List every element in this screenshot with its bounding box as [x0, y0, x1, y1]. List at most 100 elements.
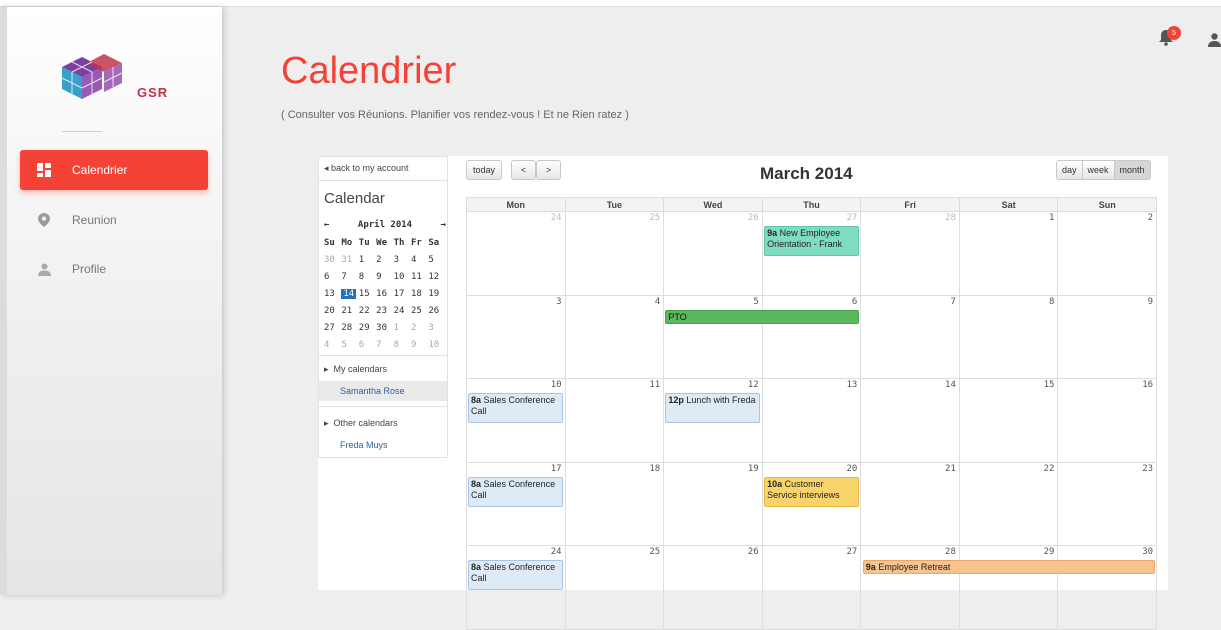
mini-day-number: 3	[393, 254, 399, 265]
day-cell[interactable]: 15	[959, 379, 1059, 463]
mini-day[interactable]: 8	[394, 340, 411, 350]
next-month-button[interactable]: >	[536, 160, 561, 180]
mini-day[interactable]: 1	[359, 255, 376, 265]
today-button[interactable]: today	[466, 160, 502, 180]
mini-day[interactable]: 18	[411, 289, 428, 299]
mini-day[interactable]: 1	[394, 323, 411, 333]
day-cell[interactable]: 14	[861, 379, 960, 463]
day-cell[interactable]: 9	[1058, 295, 1158, 380]
mini-day[interactable]: 20	[324, 306, 341, 316]
day-cell[interactable]: 24	[467, 212, 566, 296]
mini-day[interactable]: 3	[394, 255, 411, 265]
mini-day[interactable]: 19	[428, 289, 445, 299]
back-to-account-link[interactable]: ◂ back to my account	[324, 163, 409, 174]
mini-day[interactable]: 3	[428, 323, 445, 333]
mini-day[interactable]: 23	[376, 306, 393, 316]
mini-day[interactable]: 9	[376, 272, 393, 282]
mini-day[interactable]: 5	[428, 255, 445, 265]
mini-day[interactable]: 10	[428, 340, 445, 350]
mini-day[interactable]: 7	[341, 272, 358, 282]
user-icon[interactable]	[1208, 33, 1221, 47]
day-cell[interactable]: 28	[861, 212, 960, 296]
mini-day[interactable]: 6	[324, 272, 341, 282]
mini-day[interactable]: 9	[411, 340, 428, 350]
day-cell[interactable]: 27	[762, 546, 862, 630]
day-cell[interactable]: 19	[664, 462, 763, 547]
day-cell[interactable]: 26	[664, 546, 763, 630]
calendar-event[interactable]: 12p Lunch with Freda	[665, 393, 761, 424]
prev-month-button[interactable]: <	[511, 160, 536, 180]
mini-day[interactable]: 27	[324, 323, 341, 333]
day-cell[interactable]: 3	[467, 295, 566, 380]
day-cell[interactable]: 18	[565, 462, 665, 547]
day-cell[interactable]: 28	[861, 546, 960, 630]
mini-day[interactable]: 12	[428, 272, 445, 282]
mini-day[interactable]: 25	[411, 306, 428, 316]
day-cell[interactable]: 23	[1058, 462, 1158, 547]
day-cell[interactable]: 13	[762, 379, 862, 463]
calendar-event[interactable]: 9a New Employee Orientation - Frank	[764, 226, 859, 256]
calendar-event[interactable]: 10a Customer Service interviews	[764, 476, 859, 507]
mini-day[interactable]: 13	[324, 289, 341, 299]
mini-day[interactable]: 14	[341, 288, 358, 299]
day-cell[interactable]: 21	[861, 462, 960, 547]
calendar-event[interactable]: 8a Sales Conference Call	[468, 393, 563, 424]
day-cell[interactable]: 8	[959, 295, 1059, 380]
mini-day[interactable]: 31	[341, 255, 358, 265]
day-cell[interactable]: 25	[565, 212, 665, 296]
calendar-event[interactable]: 8a Sales Conference Call	[468, 476, 563, 507]
mini-day[interactable]: 29	[359, 323, 376, 333]
mini-next-arrow[interactable]: →	[441, 220, 446, 230]
sidebar-item-calendrier[interactable]: Calendrier	[20, 150, 208, 190]
sidebar-item-profile[interactable]: Profile	[20, 249, 208, 289]
my-calendars-toggle[interactable]: ▸ My calendars	[324, 364, 387, 375]
day-cell[interactable]: 29	[959, 546, 1059, 630]
mini-day[interactable]: 24	[394, 306, 411, 316]
mini-day[interactable]: 4	[411, 255, 428, 265]
mini-day[interactable]: 17	[394, 289, 411, 299]
view-day-button[interactable]: day	[1057, 161, 1083, 179]
mini-day[interactable]: 4	[324, 340, 341, 350]
day-cell[interactable]: 5	[664, 295, 763, 380]
mini-day[interactable]: 21	[341, 306, 358, 316]
mini-day[interactable]: 6	[359, 340, 376, 350]
calendar-entry-samantha[interactable]: Samantha Rose	[319, 381, 447, 401]
sidebar-item-reunion[interactable]: Reunion	[20, 200, 208, 240]
cube-logo-icon[interactable]	[52, 49, 127, 105]
mini-day[interactable]: 5	[341, 340, 358, 350]
day-cell[interactable]: 7	[861, 295, 960, 380]
mini-day-number: 1	[358, 254, 365, 265]
mini-day[interactable]: 11	[411, 272, 428, 282]
day-cell[interactable]: 6	[762, 295, 862, 380]
mini-day[interactable]: 28	[341, 323, 358, 333]
day-cell[interactable]: 4	[565, 295, 665, 380]
day-cell[interactable]: 26	[664, 212, 763, 296]
day-cell[interactable]: 1	[959, 212, 1059, 296]
day-cell[interactable]: 11	[565, 379, 665, 463]
day-cell[interactable]: 30	[1058, 546, 1158, 630]
view-week-button[interactable]: week	[1082, 161, 1115, 179]
calendar-event[interactable]: 9a Employee Retreat	[862, 560, 1155, 575]
day-cell[interactable]: 2	[1058, 212, 1158, 296]
mini-day[interactable]: 15	[359, 289, 376, 299]
mini-day[interactable]: 30	[324, 255, 341, 265]
mini-day[interactable]: 30	[376, 323, 393, 333]
mini-day[interactable]: 7	[376, 340, 393, 350]
day-cell[interactable]: 22	[959, 462, 1059, 547]
day-cell[interactable]: 16	[1058, 379, 1158, 463]
mini-prev-arrow[interactable]: ←	[324, 220, 329, 230]
mini-day[interactable]: 22	[359, 306, 376, 316]
day-cell[interactable]: 25	[565, 546, 665, 630]
view-month-button[interactable]: month	[1114, 161, 1150, 179]
mini-day[interactable]: 2	[411, 323, 428, 333]
day-number: 29	[1043, 547, 1055, 558]
other-calendars-toggle[interactable]: ▸ Other calendars	[324, 418, 398, 429]
mini-day[interactable]: 10	[394, 272, 411, 282]
calendar-entry-freda[interactable]: Freda Muys	[319, 435, 447, 455]
calendar-event[interactable]: PTO	[665, 309, 859, 324]
mini-day[interactable]: 8	[359, 272, 376, 282]
calendar-event[interactable]: 8a Sales Conference Call	[468, 560, 563, 591]
mini-day[interactable]: 26	[428, 306, 445, 316]
mini-day[interactable]: 2	[376, 255, 393, 265]
mini-day[interactable]: 16	[376, 289, 393, 299]
